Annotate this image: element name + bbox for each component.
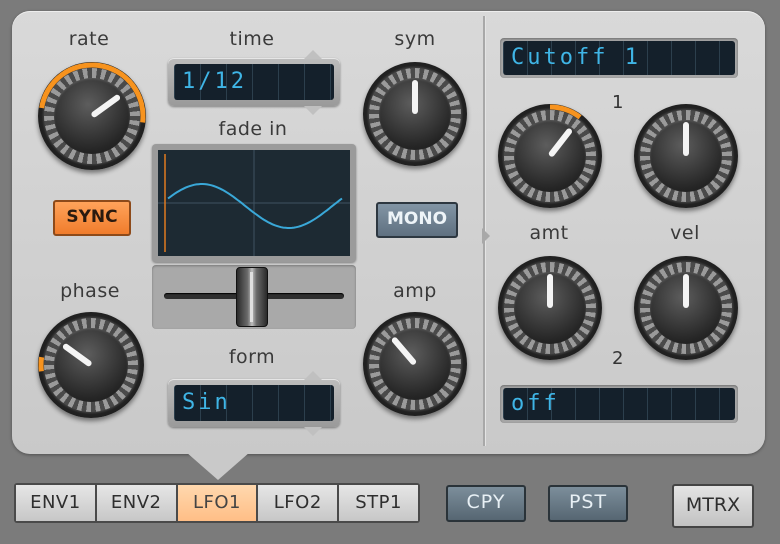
form-display[interactable]: Sin — [168, 379, 340, 427]
time-decrement-icon[interactable] — [304, 106, 322, 115]
form-decrement-icon[interactable] — [304, 427, 322, 436]
phase-knob[interactable] — [38, 312, 144, 418]
paste-button[interactable]: PST — [548, 485, 628, 522]
tab-env1[interactable]: ENV1 — [16, 485, 95, 521]
form-increment-icon[interactable] — [304, 371, 322, 380]
time-label: time — [229, 28, 275, 50]
tab-env2[interactable]: ENV2 — [96, 485, 176, 521]
sine-wave-line — [167, 183, 343, 229]
slot-2-number: 2 — [612, 348, 624, 369]
vel-label: vel — [670, 222, 700, 244]
sync-button[interactable]: SYNC — [53, 200, 131, 236]
tab-lfo1[interactable]: LFO1 — [177, 485, 257, 521]
amp-label: amp — [393, 280, 437, 302]
time-increment-icon[interactable] — [304, 50, 322, 59]
mod-target-2-value: off — [511, 391, 560, 416]
waveform-graph — [158, 150, 350, 256]
amt-1-knob[interactable] — [498, 104, 602, 208]
tab-pointer — [186, 452, 250, 480]
vel-1-knob[interactable] — [634, 104, 738, 208]
fade-in-label: fade in — [218, 118, 288, 140]
matrix-button[interactable]: MTRX — [672, 484, 754, 528]
mod-target-1-display[interactable]: Cutoff 1 — [500, 38, 738, 78]
divider-arrow-icon — [482, 228, 490, 244]
slot-1-number: 1 — [612, 92, 624, 113]
rate-label: rate — [68, 28, 110, 50]
time-display[interactable]: 1/12 — [168, 58, 340, 106]
sym-knob[interactable] — [363, 62, 467, 166]
form-value: Sin — [182, 390, 231, 415]
amt-label: amt — [529, 222, 569, 244]
amt-2-knob[interactable] — [498, 256, 602, 360]
mod-target-2-display[interactable]: off — [500, 385, 738, 423]
sym-label: sym — [394, 28, 436, 50]
module-tab-bar: ENV1 ENV2 LFO1 LFO2 STP1 — [14, 483, 420, 523]
amp-knob[interactable] — [363, 312, 467, 416]
tab-lfo2[interactable]: LFO2 — [258, 485, 338, 521]
phase-label: phase — [60, 280, 120, 302]
vel-2-knob[interactable] — [634, 256, 738, 360]
waveform-display — [152, 144, 356, 262]
mod-target-1-value: Cutoff 1 — [511, 45, 641, 70]
rate-knob[interactable] — [38, 62, 146, 170]
fade-in-slider[interactable] — [152, 265, 356, 329]
copy-button[interactable]: CPY — [446, 485, 526, 522]
fade-in-slider-handle[interactable] — [236, 267, 268, 327]
mono-button[interactable]: MONO — [376, 202, 458, 238]
form-label: form — [228, 346, 276, 368]
tab-stp1[interactable]: STP1 — [339, 485, 418, 521]
time-value: 1/12 — [182, 69, 247, 94]
